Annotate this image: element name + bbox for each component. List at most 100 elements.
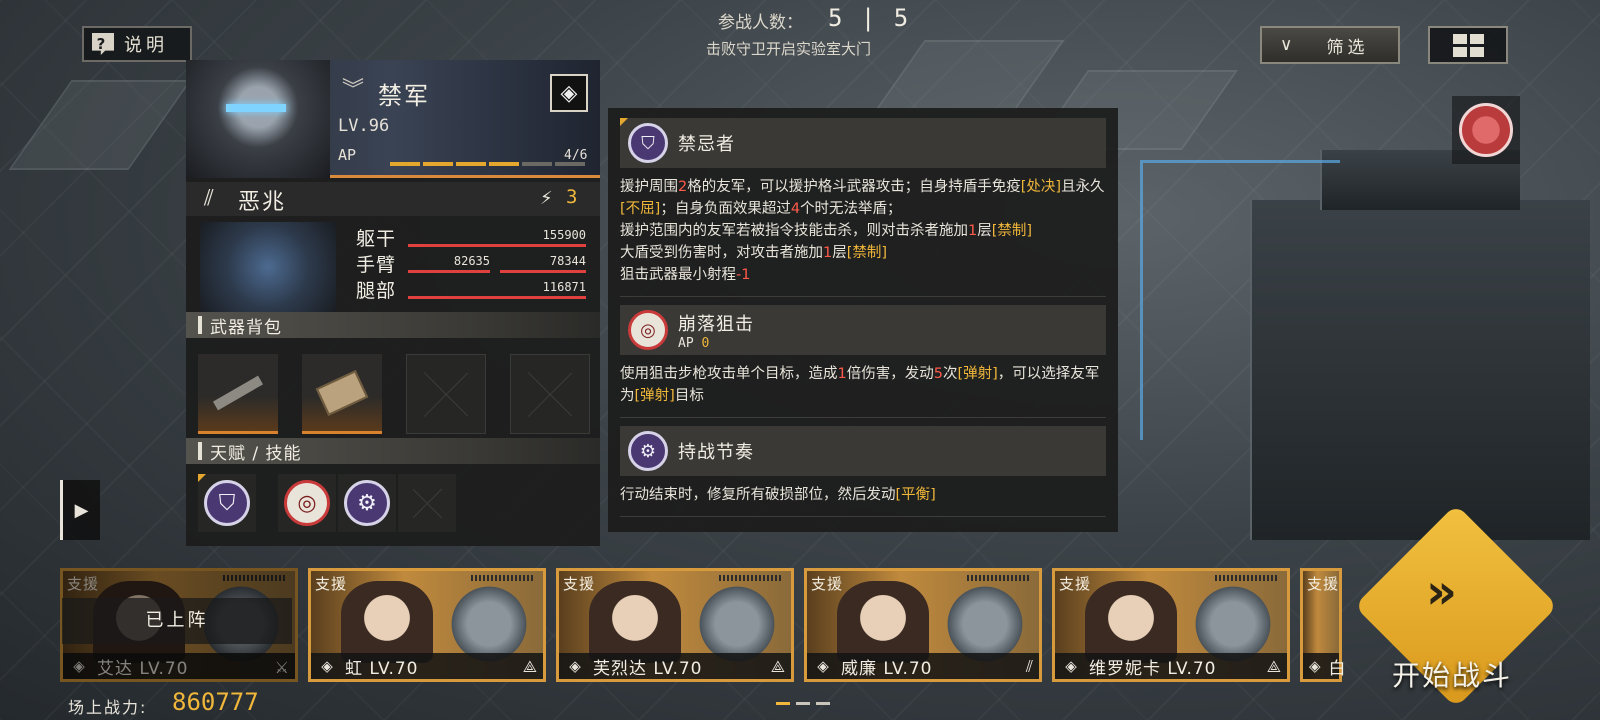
target-icon: ◎ [284,480,330,526]
selected-marker [198,474,206,482]
page-dot[interactable] [816,702,830,705]
grid-icon [1469,33,1484,44]
weapon-slot-shield[interactable] [302,354,382,434]
visor-detail [226,104,286,112]
skill-description: 援护周围2格的友军，可以援护格斗武器攻击；自身持盾手免疫[处决]且永久 [不屈]；… [620,168,1106,297]
skill-keyword: 4 [790,201,801,217]
pilot-card[interactable]: 支援 ◈ 维罗妮卡 LV.70 ⟁ [1052,568,1290,682]
chevron-down-icon: ∨ [1280,35,1297,55]
skill-keyword: [禁制] [846,245,888,261]
part-value-right-arm: 78344 [549,254,586,268]
skill-slot[interactable]: ◎ [278,474,336,532]
pilot-card[interactable]: 支援 ◈ 芙烈达 LV.70 ⟁ [556,568,794,682]
pilot-card[interactable]: 支援 ◈ 白 [1300,568,1346,682]
skill-keyword: [弹射] [634,388,675,404]
serial-barcode [1215,575,1277,581]
enemy-faction-icon[interactable] [1452,96,1520,164]
skill-header: ⚙ 持战节奏 [620,426,1106,476]
character-level: LV.96 [338,116,390,136]
mission-objective: 击败守卫开启实验室大门 [706,40,872,58]
character-header: ︾ 禁军 ◈ LV.96 AP 4/6 [186,60,600,178]
skill-slot[interactable]: ⚙ [338,474,396,532]
pilot-portrait [341,581,433,663]
weapon-slot-empty[interactable] [406,354,486,434]
skill-text: 层 [977,223,992,239]
skill-text: 格的友军，可以援护格斗武器攻击；自身持盾手免疫 [687,179,1021,195]
pilot-name: 虹 LV.70 [345,658,419,679]
shield-icon: ⛉ [204,480,250,526]
weapon-slot-empty[interactable] [510,354,590,434]
pilot-card[interactable]: 支援 ◈ 虹 LV.70 ⟁ [308,568,546,682]
support-tag: 支援 [67,575,100,593]
page-dot[interactable] [776,702,790,705]
skill-text: 行动结束时，修复所有破损部位，然后发动 [620,487,896,503]
serial-barcode [967,575,1029,581]
part-value-left-arm: 82635 [453,254,490,268]
character-panel: ︾ 禁军 ◈ LV.96 AP 4/6 ⫽ 恶兆 ⚡ 3 躯干 155900 手… [186,60,600,546]
expand-sidebar-button[interactable]: ▶ [60,480,100,540]
participants-label: 参战人数： [718,13,803,33]
weapon-section-label: 武器背包 [210,317,282,338]
skill-text: ；自身负面效果超过 [660,201,791,217]
target-icon: ◎ [628,310,668,350]
pilot-class-icon: ◈ [817,657,829,675]
serial-barcode [471,575,533,581]
skill-keyword: [禁制] [991,223,1033,239]
pilot-card-footer: ◈ 艾达 LV.70 [63,653,295,679]
pilot-name: 芙烈达 LV.70 [593,658,703,679]
skill-slot-empty[interactable] [398,474,456,532]
character-portrait [186,60,330,178]
part-label-arms: 手臂 [356,254,397,276]
pilot-name: 艾达 LV.70 [97,658,189,679]
pilot-card-footer: ◈ 维罗妮卡 LV.70 [1055,653,1287,679]
skill-name: 持战节奏 [678,442,754,463]
deployed-indicator: 已上阵 [62,598,292,644]
pilot-class-icon: ◈ [569,657,581,675]
start-battle-label[interactable]: 开始战斗 [1392,654,1512,694]
mech-header: ⫽ 恶兆 ⚡ 3 [186,182,600,216]
mech-portrait [441,585,537,663]
part-value-torso: 155900 [542,228,586,242]
mech-name: 恶兆 [238,190,287,215]
skill-text: 援护周围 [620,179,678,195]
weapon-section-header: 武器背包 [186,312,600,338]
support-tag: 支援 [315,575,348,593]
pilot-card-footer: ◈ 芙烈达 LV.70 [559,653,791,679]
mech-ap-value: 3 [566,186,578,208]
skill-keyword: [处决] [1020,179,1062,195]
help-button[interactable]: ? 说明 [82,26,192,62]
grid-icon [1452,33,1467,44]
play-arrow-icon: ▶ [74,499,89,521]
talent-slot[interactable]: ⛉ [198,474,256,532]
ap-pip [456,162,486,166]
skill-keyword: 5 [933,366,943,382]
layers-button[interactable]: ◈ [550,74,588,112]
skill-header: ◎ 崩落狙击 AP 0 [620,305,1106,355]
mech-class-icon: ⟁ [770,657,785,676]
ap-pip [489,162,519,166]
mech-class-icon: ⫽ [1025,657,1033,676]
pilot-card-footer: ◈ 虹 LV.70 [311,653,543,679]
skill-keyword: 1 [968,223,978,239]
support-tag: 支援 [1059,575,1092,593]
mech-class-icon: ⟁ [522,657,537,676]
part-value-legs: 116871 [542,280,586,294]
weapon-slot-sniper[interactable] [198,354,278,434]
mech-image [200,222,336,312]
floor-tile [8,80,192,170]
skill-text: 大盾受到伤害时，对攻击者施加 [620,245,823,261]
ap-pip [390,162,420,166]
path-highlight [1140,160,1340,440]
pilot-card[interactable]: 支援 ◈ 威廉 LV.70 ⫽ [804,568,1042,682]
grid-view-button[interactable] [1428,26,1508,64]
filter-button[interactable]: ∨ 筛选 [1260,26,1400,64]
character-name: 禁军 [378,82,430,110]
skill-text: 倍伤害，发动 [846,366,934,382]
filter-label: 筛选 [1326,37,1369,58]
skill-header: ⛉ 禁忌者 [620,118,1106,168]
page-dot[interactable] [796,702,810,705]
faction-emblem-icon [1459,103,1513,157]
pilot-portrait [837,581,929,663]
ap-pip [522,162,552,166]
grid-icon [1469,46,1484,57]
